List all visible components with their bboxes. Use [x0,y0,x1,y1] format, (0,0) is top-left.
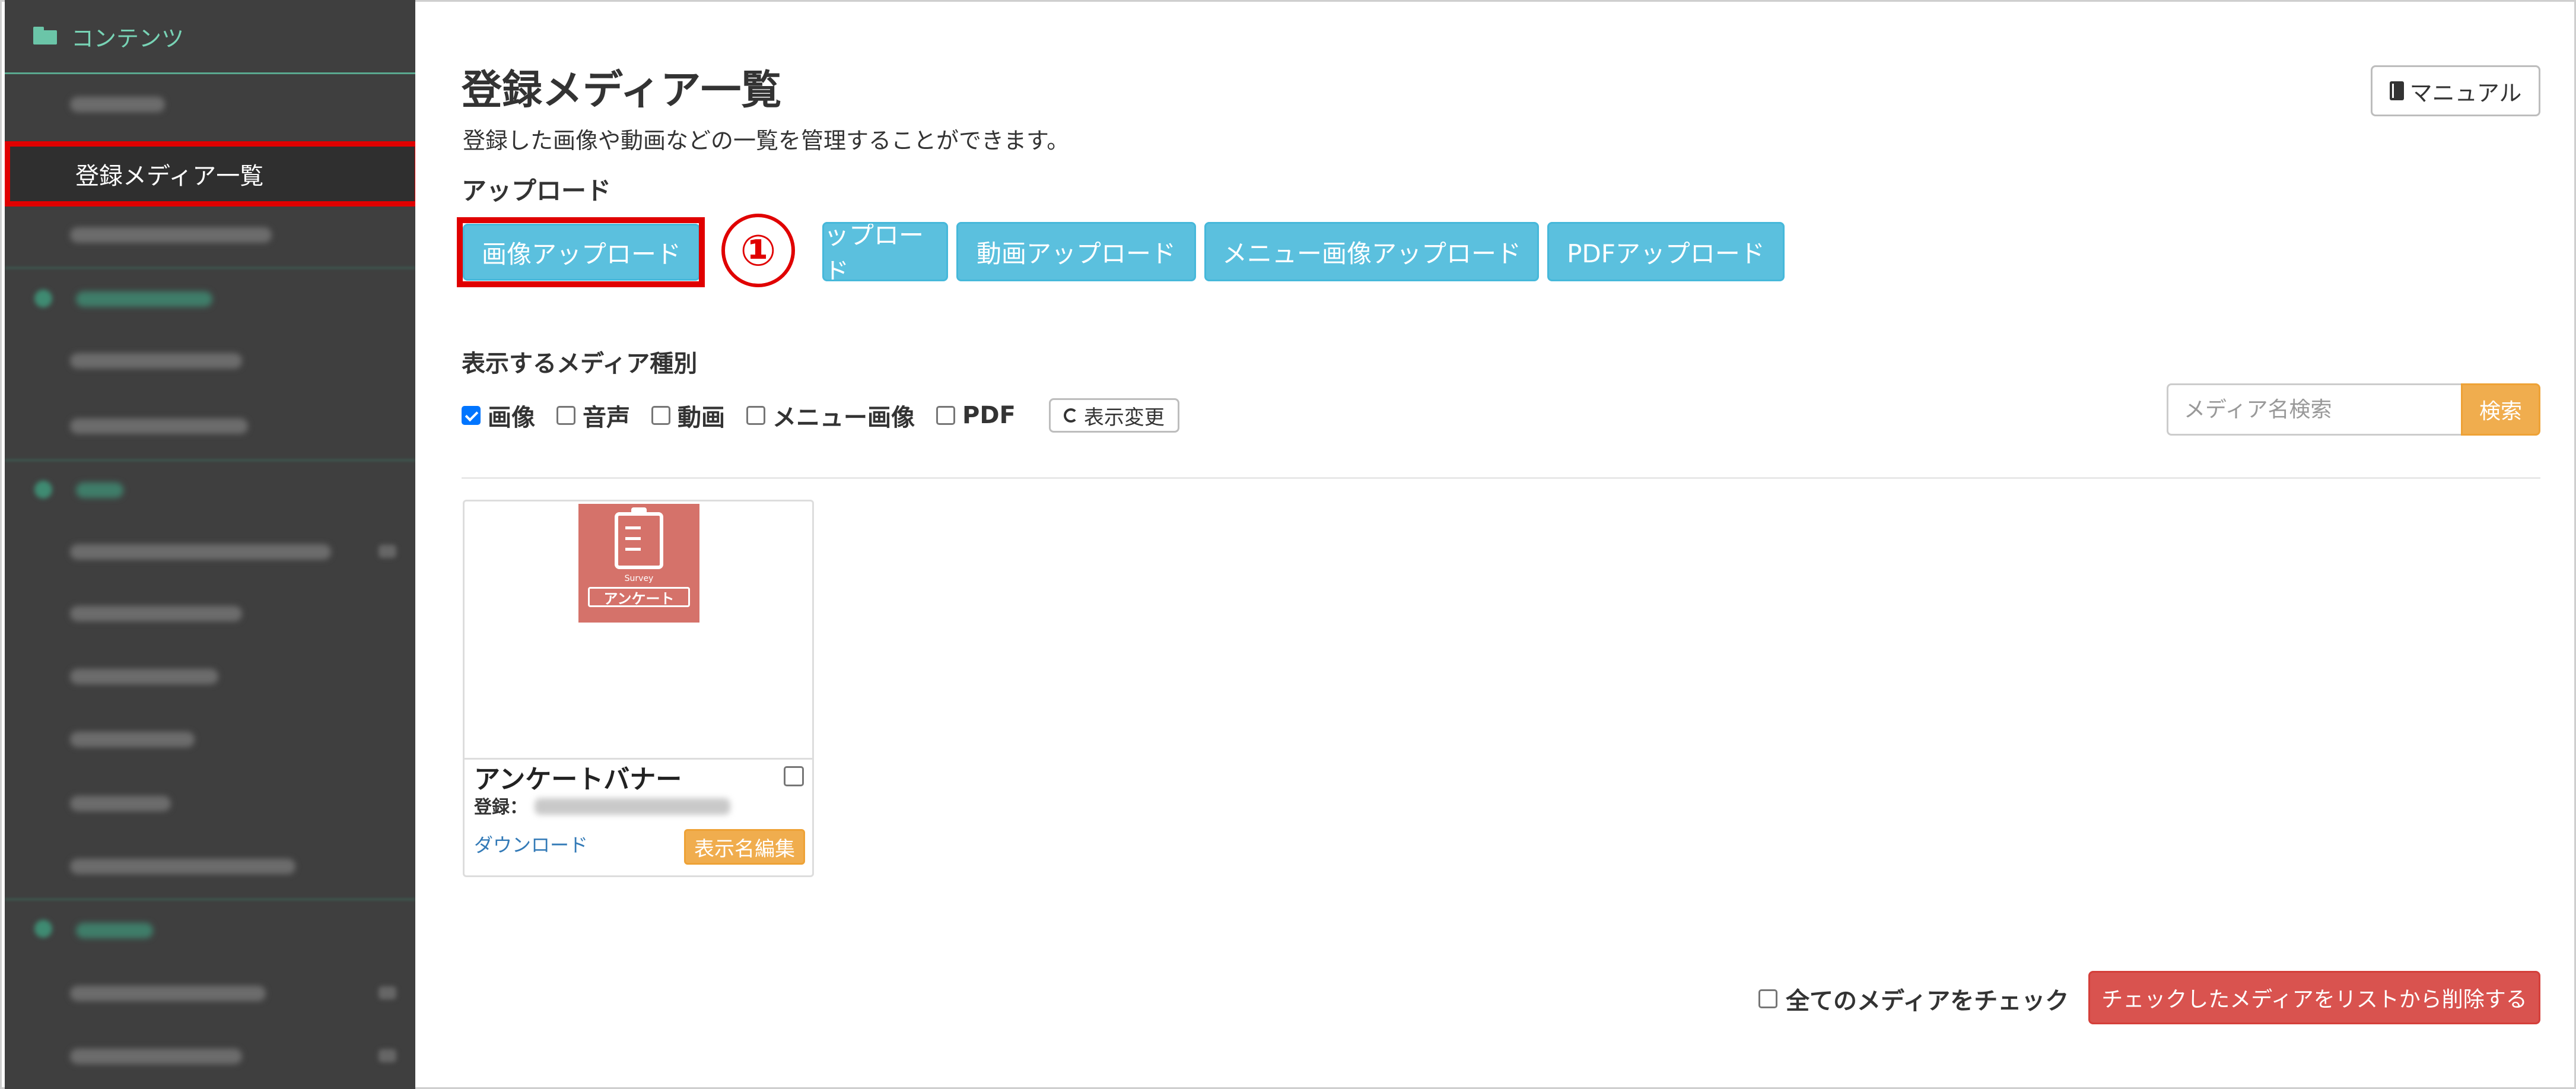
video-checkbox[interactable] [651,406,670,425]
sidebar-section-blurred[interactable] [5,900,415,961]
manual-button-label: マニュアル [2409,80,2522,106]
sidebar-item-label: 登録メディア一覧 [75,163,264,190]
book-icon [2389,81,2404,100]
filter-audio[interactable]: 音声 [556,398,630,433]
page-title: 登録メディア一覧 [462,67,782,114]
sidebar-item-blurred[interactable] [5,836,415,897]
page-description: 登録した画像や動画などの一覧を管理することができます。 [463,128,1070,154]
filter-image[interactable]: 画像 [462,398,535,433]
filter-label: PDF [962,402,1016,429]
menu-image-checkbox[interactable] [746,406,765,425]
filter-label: 画像 [488,404,535,431]
sidebar-item-blurred[interactable] [5,709,415,770]
sidebar-item-blurred[interactable] [5,963,415,1024]
clipboard-icon [615,507,663,569]
folder-open-icon [33,27,59,46]
sidebar-item-blurred[interactable] [5,330,415,392]
sidebar-section-blurred[interactable] [5,268,415,330]
edit-display-name-button[interactable]: 表示名編集 [684,829,805,865]
check-all-label: 全てのメディアをチェック [1786,988,2069,1015]
check-all-checkbox[interactable] [1758,989,1777,1008]
media-search-input[interactable] [2167,383,2461,436]
refresh-icon [1063,408,1078,423]
sidebar-item-blurred[interactable] [5,583,415,644]
sidebar-section-blurred[interactable] [5,459,415,521]
refresh-button-label: 表示変更 [1083,405,1165,430]
sidebar-item-blurred[interactable] [5,773,415,834]
filter-label: メニュー画像 [772,404,915,431]
sidebar-item-blurred[interactable] [5,74,415,135]
download-link[interactable]: ダウンロード [474,830,588,858]
upload-heading: アップロード [462,176,612,205]
sidebar-item-registered-media[interactable]: 登録メディア一覧 [5,141,415,207]
video-upload-button[interactable]: 動画アップロード [956,222,1196,281]
image-checkbox[interactable] [462,406,481,425]
image-upload-button[interactable]: 画像アップロード [463,224,700,281]
divider [462,477,2540,479]
sidebar: コンテンツ 登録メディア一覧 [5,0,415,1089]
sidebar-item-blurred[interactable] [5,646,415,707]
filter-label: 動画 [678,404,725,431]
sidebar-item-blurred[interactable] [5,521,415,583]
audio-upload-button[interactable]: ップロード [822,222,948,281]
pdf-upload-button[interactable]: PDFアップロード [1547,222,1785,281]
filter-label: 音声 [583,404,630,431]
filter-video[interactable]: 動画 [651,398,725,433]
pdf-checkbox[interactable] [936,406,955,425]
media-types-heading: 表示するメディア種別 [462,350,698,377]
refresh-display-button[interactable]: 表示変更 [1048,398,1179,433]
survey-banner-thumbnail[interactable]: Survey アンケート [578,504,699,623]
registered-date-blurred [535,798,730,815]
check-all-media[interactable]: 全てのメディアをチェック [1758,982,2069,1016]
thumbnail-tag: アンケート [588,587,690,607]
filter-menu-image[interactable]: メニュー画像 [746,398,915,433]
audio-checkbox[interactable] [556,406,575,425]
menu-image-upload-button[interactable]: メニュー画像アップロード [1204,222,1539,281]
registered-label: 登録： [474,797,527,818]
delete-checked-button[interactable]: チェックしたメディアをリストから削除する [2088,971,2540,1024]
sidebar-item-blurred[interactable] [5,1025,415,1087]
step-marker: ① [721,214,795,287]
manual-button[interactable]: マニュアル [2371,65,2540,116]
search-button[interactable]: 検索 [2461,383,2540,436]
sidebar-item-blurred[interactable] [5,395,415,457]
media-card: Survey アンケート アンケートバナー 登録： ダウンロード 表示名編集 [463,500,814,877]
sidebar-section-label: コンテンツ [71,25,185,52]
thumbnail-caption: Survey [624,574,654,583]
sidebar-section-contents[interactable]: コンテンツ [5,0,415,74]
media-thumbnail-area[interactable]: Survey アンケート [465,501,812,760]
sidebar-item-blurred[interactable] [5,204,415,266]
filter-pdf[interactable]: PDF [936,402,1016,429]
media-select-checkbox[interactable] [784,766,804,786]
media-type-filters: 画像 音声 動画 メニュー画像 PDF 表示変更 [462,396,1179,434]
media-name: アンケートバナー [474,764,682,795]
